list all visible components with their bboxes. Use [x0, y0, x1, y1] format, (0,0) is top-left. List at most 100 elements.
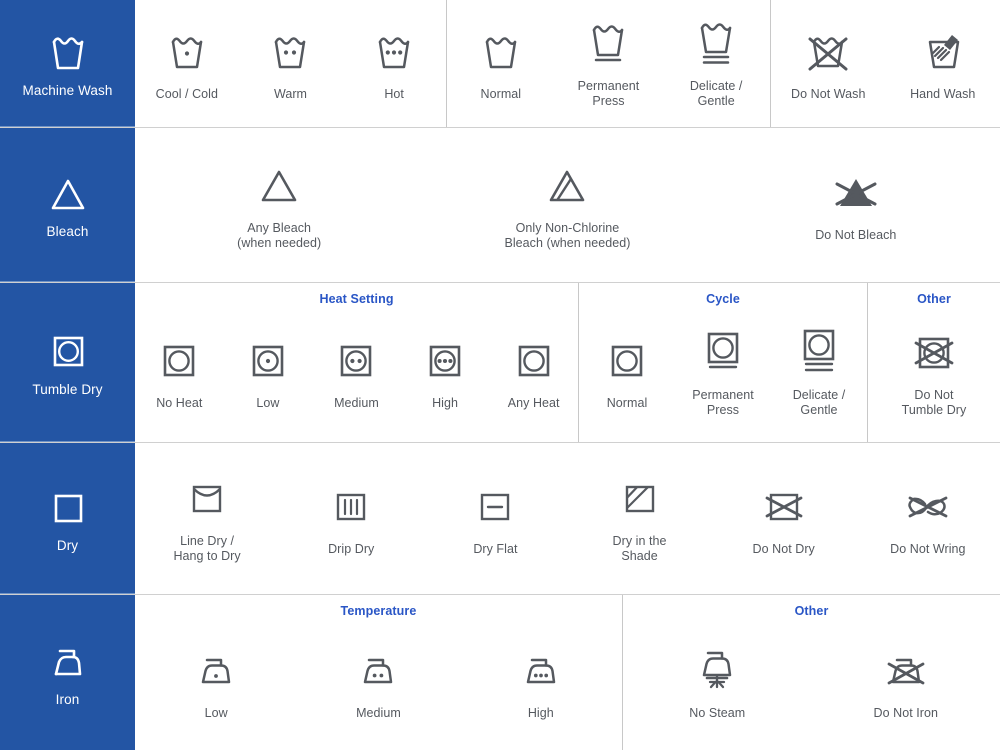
symbol-any-heat[interactable]: Any Heat	[494, 335, 574, 411]
group-iron-other: Other No Steam Do Not Iron	[622, 595, 1000, 750]
category-label: Machine Wash	[22, 82, 113, 98]
symbol-warm[interactable]: Warm	[240, 26, 340, 102]
symbol-iron-medium[interactable]: Medium	[318, 645, 438, 721]
iron-icon	[45, 638, 91, 682]
section-dry: Dry Line Dry / Hang to Dry Drip Dry Dry …	[0, 443, 1000, 595]
dry-in-shade-icon	[619, 473, 661, 525]
category-label: Bleach	[46, 224, 89, 239]
symbol-iron-high[interactable]: High	[481, 645, 601, 721]
group-iron-temperature: Temperature Low Medium High	[135, 595, 622, 750]
iron-two-dots-icon	[353, 645, 403, 697]
iron-one-dot-icon	[191, 645, 241, 697]
symbol-label: Medium	[356, 705, 401, 720]
symbol-label: Any Bleach (when needed)	[237, 220, 322, 250]
symbol-delicate-gentle-tumble[interactable]: Delicate / Gentle	[774, 327, 864, 418]
symbol-non-chlorine-bleach[interactable]: Only Non-Chlorine Bleach (when needed)	[502, 160, 632, 251]
group-dry: Line Dry / Hang to Dry Drip Dry Dry Flat	[135, 443, 1000, 594]
tumble-dry-crossed-icon	[909, 327, 959, 379]
symbol-high-heat[interactable]: High	[405, 335, 485, 411]
group-items: Line Dry / Hang to Dry Drip Dry Dry Flat	[135, 443, 1000, 594]
symbol-label: Do Not Iron	[873, 705, 938, 720]
symbol-low-heat[interactable]: Low	[228, 335, 308, 411]
symbol-do-not-wring[interactable]: Do Not Wring	[860, 481, 995, 557]
symbol-delicate-gentle-wash[interactable]: Delicate / Gentle	[666, 18, 766, 109]
group-items: Do Not Wash Hand Wash	[771, 0, 1000, 127]
symbol-drip-dry[interactable]: Drip Dry	[284, 481, 419, 557]
category-label: Iron	[55, 692, 80, 707]
bleach-content: Any Bleach (when needed) Only Non-Chlori…	[135, 128, 1000, 282]
symbol-label: Dry in the Shade	[612, 534, 667, 563]
group-tumble-cycle: Cycle Normal Permanent Press Delicate / …	[578, 283, 867, 442]
symbol-do-not-dry[interactable]: Do Not Dry	[716, 481, 851, 557]
symbol-label: Only Non-Chlorine Bleach (when needed)	[504, 220, 631, 250]
symbol-do-not-bleach[interactable]: Do Not Bleach	[791, 167, 921, 243]
triangle-icon	[45, 170, 91, 214]
group-items: No Heat Low Medium High Any Heat	[135, 303, 578, 442]
drip-dry-icon	[330, 481, 372, 533]
symbol-label: Normal	[480, 86, 522, 101]
symbol-label: Permanent Press	[692, 388, 754, 417]
tumble-dry-icon	[606, 335, 648, 387]
category-dry: Dry	[0, 443, 135, 594]
symbol-label: Do Not Dry	[752, 541, 815, 556]
group-tumble-other: Other Do Not Tumble Dry	[867, 283, 1000, 442]
symbol-line-dry[interactable]: Line Dry / Hang to Dry	[140, 473, 275, 564]
iron-no-steam-icon	[690, 645, 744, 697]
symbol-label: Hot	[384, 86, 404, 101]
group-items: Low Medium High	[135, 615, 622, 750]
category-tumble-dry: Tumble Dry	[0, 283, 135, 442]
hand-wash-icon	[919, 26, 967, 78]
tumble-dry-icon	[47, 328, 89, 372]
laundry-care-symbols-chart: Machine Wash Cool / Cold Warm Hot Normal…	[0, 0, 1000, 750]
symbol-label: High	[527, 705, 554, 720]
triangle-filled-crossed-icon	[829, 167, 883, 219]
tumble-dry-three-dots-icon	[424, 335, 466, 387]
symbol-label: Medium	[334, 395, 379, 410]
symbol-dry-in-the-shade[interactable]: Dry in the Shade	[572, 473, 707, 564]
tumble-dry-two-bars-icon	[798, 327, 840, 379]
iron-three-dots-icon	[516, 645, 566, 697]
washtub-one-dot-icon	[164, 26, 210, 78]
tumble-dry-one-dot-icon	[247, 335, 289, 387]
category-iron: Iron	[0, 595, 135, 750]
group-tumble-heat-setting: Heat Setting No Heat Low Medium High Any…	[135, 283, 578, 442]
symbol-label: Delicate / Gentle	[689, 79, 743, 108]
symbol-label: Hand Wash	[910, 86, 976, 101]
symbol-permanent-press-wash[interactable]: Permanent Press	[558, 18, 658, 109]
symbol-no-heat[interactable]: No Heat	[139, 335, 219, 411]
symbol-cool-cold[interactable]: Cool / Cold	[137, 26, 237, 102]
group-items: Cool / Cold Warm Hot	[135, 0, 446, 127]
tumble-dry-one-bar-icon	[702, 327, 744, 379]
group-title: Cycle	[706, 292, 740, 306]
symbol-permanent-press-tumble[interactable]: Permanent Press	[678, 327, 768, 418]
symbol-dry-flat[interactable]: Dry Flat	[428, 481, 563, 557]
symbol-normal-wash[interactable]: Normal	[451, 26, 551, 102]
category-bleach: Bleach	[0, 128, 135, 282]
symbol-hand-wash[interactable]: Hand Wash	[893, 26, 993, 102]
symbol-label: Do Not Tumble Dry	[901, 388, 967, 417]
symbol-no-steam[interactable]: No Steam	[647, 645, 787, 721]
symbol-label: Low	[256, 395, 280, 410]
symbol-do-not-iron[interactable]: Do Not Iron	[836, 645, 976, 721]
symbol-hot[interactable]: Hot	[344, 26, 444, 102]
washtub-three-dots-icon	[371, 26, 417, 78]
group-items: Do Not Tumble Dry	[868, 303, 1000, 442]
symbol-label: Do Not Bleach	[815, 228, 897, 242]
dry-flat-icon	[474, 481, 516, 533]
symbol-normal-tumble[interactable]: Normal	[582, 335, 672, 411]
iron-crossed-icon	[878, 645, 934, 697]
tumble-dry-icon	[158, 335, 200, 387]
symbol-label: Do Not Wring	[890, 541, 966, 556]
triangle-icon	[254, 160, 304, 212]
symbol-do-not-tumble-dry[interactable]: Do Not Tumble Dry	[879, 327, 989, 418]
symbol-label: Dry Flat	[473, 541, 518, 556]
symbol-label: Cool / Cold	[155, 86, 219, 101]
dry-content: Line Dry / Hang to Dry Drip Dry Dry Flat	[135, 443, 1000, 594]
washtub-two-dots-icon	[267, 26, 313, 78]
symbol-do-not-wash[interactable]: Do Not Wash	[778, 26, 878, 102]
symbol-medium-heat[interactable]: Medium	[316, 335, 396, 411]
symbol-iron-low[interactable]: Low	[156, 645, 276, 721]
section-machine-wash: Machine Wash Cool / Cold Warm Hot Normal…	[0, 0, 1000, 128]
triangle-diagonal-lines-icon	[542, 160, 592, 212]
symbol-any-bleach[interactable]: Any Bleach (when needed)	[214, 160, 344, 251]
